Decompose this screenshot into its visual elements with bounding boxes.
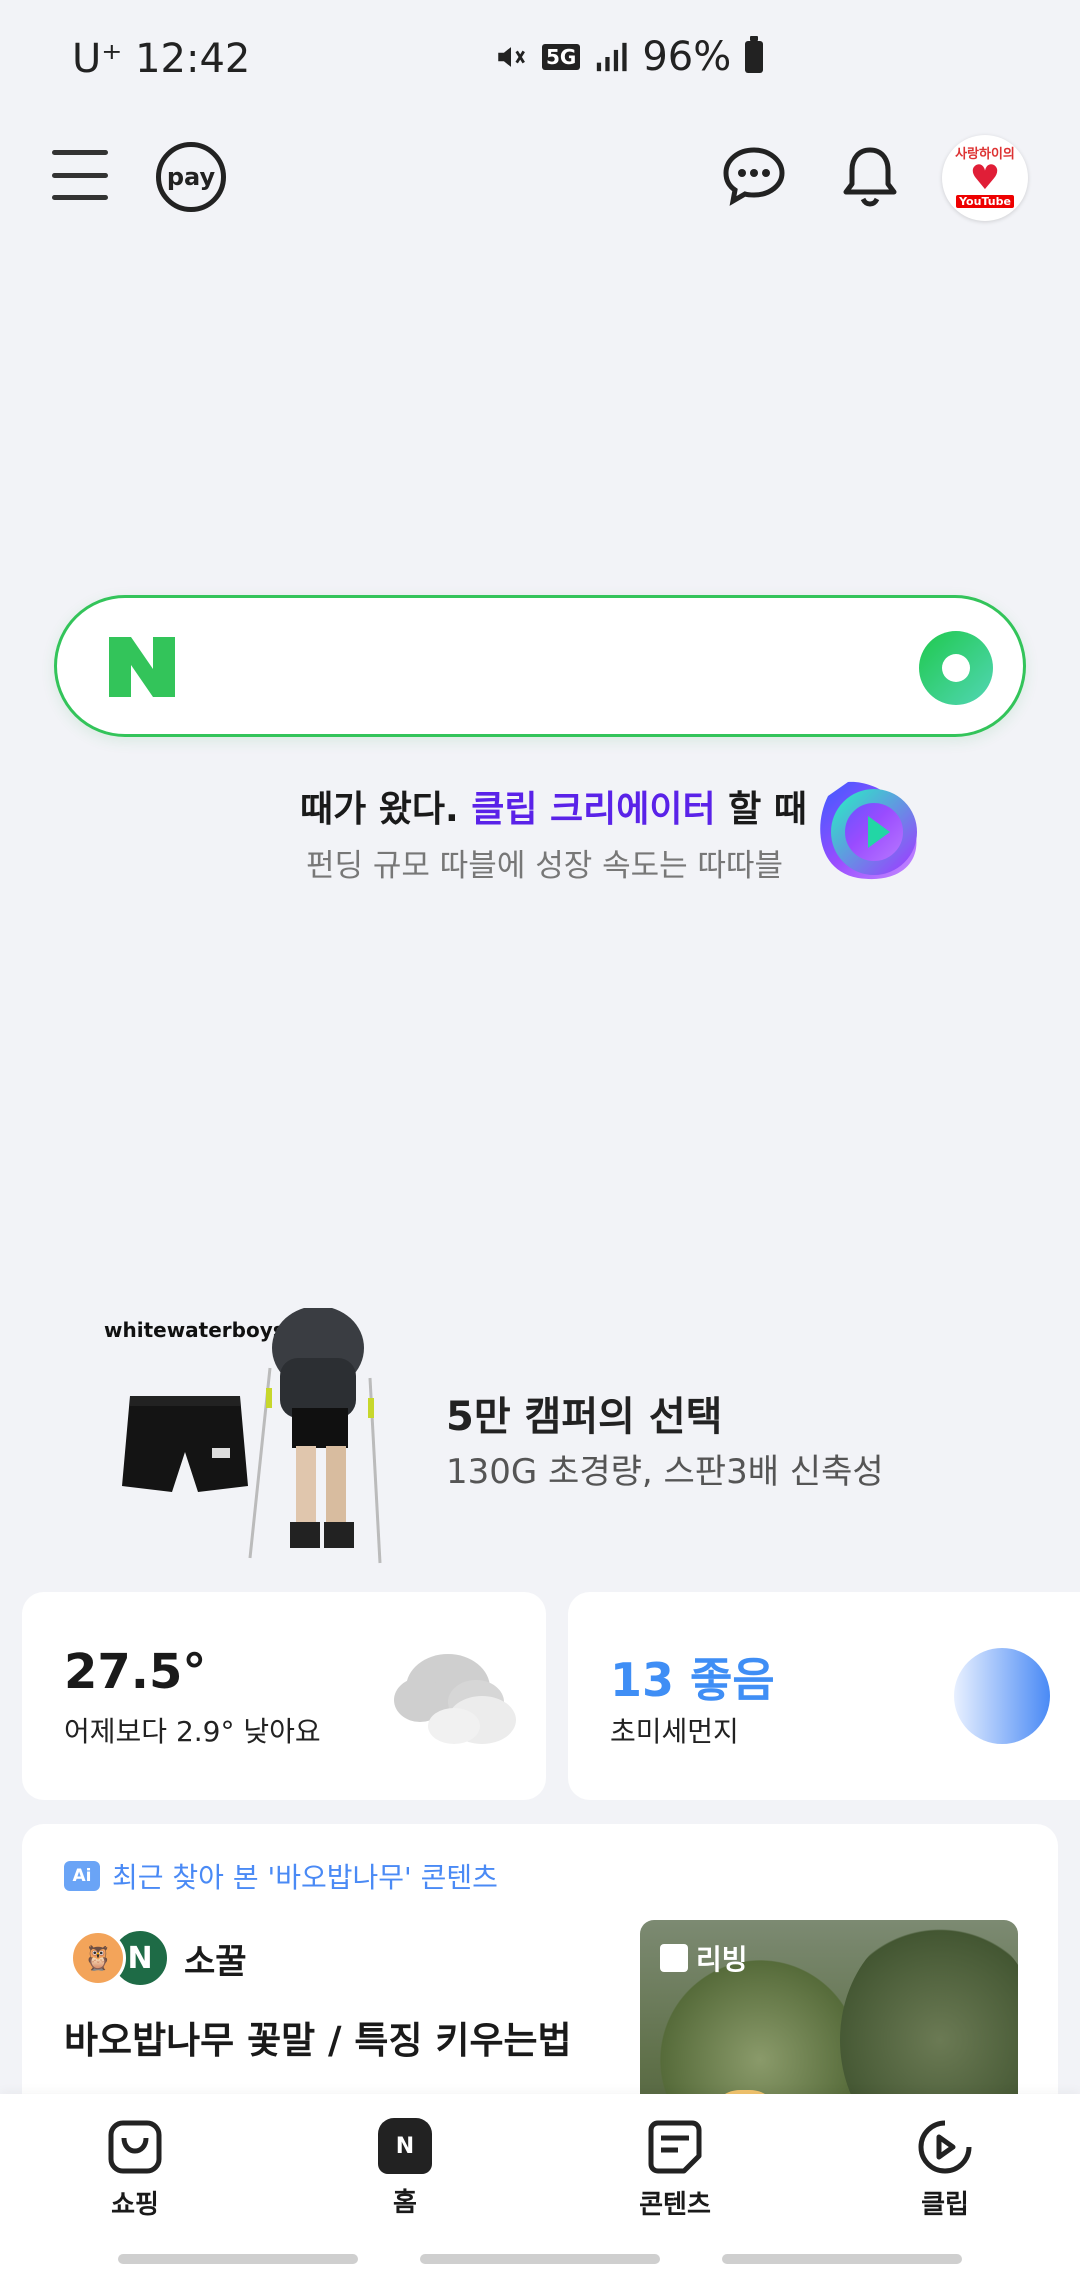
green-dot-button[interactable]: [919, 631, 993, 705]
avatar[interactable]: 사랑하이의 ♥ YouTube: [942, 135, 1028, 221]
status-bar: U⁺ 12:42 5G 96%: [0, 0, 1080, 120]
ai-recommend-tag: Ai 최근 찾아 본 '바오밥나무' 콘텐츠: [64, 1856, 498, 1896]
promo-prefix: 때가 왔다.: [300, 789, 459, 830]
battery-icon: [745, 36, 764, 73]
ad-banner[interactable]: whitewaterboys® 5만 캠퍼의 선택 130G 초경량, 스판3배…: [90, 1300, 990, 1580]
signal-icon: [597, 42, 627, 72]
gesture-handle-left: [118, 2254, 358, 2264]
contents-icon: [648, 2120, 702, 2174]
shopping-bag-icon: [108, 2120, 162, 2174]
promo-headline: 때가 왔다. 클립 크리에이터 할 때: [300, 780, 807, 832]
naver-home-icon: N: [378, 2118, 432, 2174]
search-bar[interactable]: [54, 595, 1026, 737]
ad-subtitle: 130G 초경량, 스판3배 신축성: [446, 1452, 884, 1492]
nav-home[interactable]: N 홈: [340, 2118, 470, 2219]
nav-contents-label: 콘텐츠: [639, 2190, 711, 2220]
nav-clip[interactable]: 클립: [880, 2118, 1010, 2221]
battery-percent: 96%: [642, 34, 732, 80]
mute-icon: [498, 47, 525, 67]
clip-logo-icon: [820, 781, 917, 880]
menu-icon[interactable]: [52, 150, 108, 200]
content-author[interactable]: 🦉 N 소꿀: [70, 1928, 247, 1988]
weather-card[interactable]: 27.5° 어제보다 2.9° 낮아요: [22, 1592, 546, 1800]
owl-avatar-icon: 🦉: [70, 1930, 126, 1986]
dust-label: 초미세먼지: [610, 1715, 739, 1748]
top-bar: pay 사랑하이의 ♥ YouTube: [0, 130, 1080, 221]
nav-home-label: 홈: [393, 2188, 417, 2218]
hiker-image: [248, 1308, 382, 1564]
author-name: 소꿀: [184, 1941, 247, 1982]
status-icons: 5G 96%: [494, 34, 764, 80]
bottom-nav: 쇼핑 N 홈 콘텐츠 클립: [0, 2094, 1080, 2280]
gesture-handle-right: [722, 2254, 962, 2264]
weather-temperature: 27.5°: [64, 1644, 207, 1700]
nav-shopping-label: 쇼핑: [111, 2190, 159, 2220]
heart-icon: ♥: [969, 158, 1001, 198]
bell-icon[interactable]: [840, 144, 900, 208]
fine-dust-card[interactable]: 13 좋음 초미세먼지: [568, 1592, 1080, 1800]
video-icon: [660, 1944, 688, 1972]
promo-suffix: 할 때: [728, 789, 807, 830]
cloud-icon: [394, 1654, 516, 1744]
nav-contents[interactable]: 콘텐츠: [610, 2118, 740, 2221]
content-title[interactable]: 바오밥나무 꽃말 / 특징 키우는법: [64, 2010, 572, 2064]
nav-shopping[interactable]: 쇼핑: [70, 2118, 200, 2221]
pay-button[interactable]: pay: [156, 142, 226, 212]
promo-accent: 클립 크리에이터: [471, 789, 716, 830]
shorts-image: [122, 1396, 248, 1492]
ai-tag-text: 최근 찾아 본 '바오밥나무' 콘텐츠: [112, 1861, 498, 1894]
promo-subtext: 펀딩 규모 따블에 성장 속도는 따따블: [306, 848, 784, 884]
ad-title: 5만 캠퍼의 선택: [446, 1394, 723, 1440]
avatar-youtube-text: YouTube: [956, 195, 1014, 208]
clip-creator-promo[interactable]: 때가 왔다. 클립 크리에이터 할 때 펀딩 규모 따블에 성장 속도는 따따블: [300, 780, 940, 890]
network-label: 5G: [542, 44, 581, 70]
clip-play-icon: [918, 2120, 972, 2174]
naver-logo-icon: [109, 637, 175, 697]
carrier-time: U⁺ 12:42: [72, 36, 251, 82]
living-tag: 리빙: [660, 1938, 748, 1978]
dust-gauge-icon: [954, 1648, 1050, 1744]
ai-badge-icon: Ai: [64, 1861, 100, 1891]
weather-description: 어제보다 2.9° 낮아요: [64, 1715, 321, 1748]
nav-clip-label: 클립: [921, 2190, 969, 2220]
living-tag-label: 리빙: [696, 1943, 748, 1976]
dust-value: 13 좋음: [610, 1653, 775, 1707]
search-input[interactable]: [207, 638, 827, 698]
gesture-handle-center: [420, 2254, 660, 2264]
chat-icon[interactable]: [722, 146, 786, 206]
